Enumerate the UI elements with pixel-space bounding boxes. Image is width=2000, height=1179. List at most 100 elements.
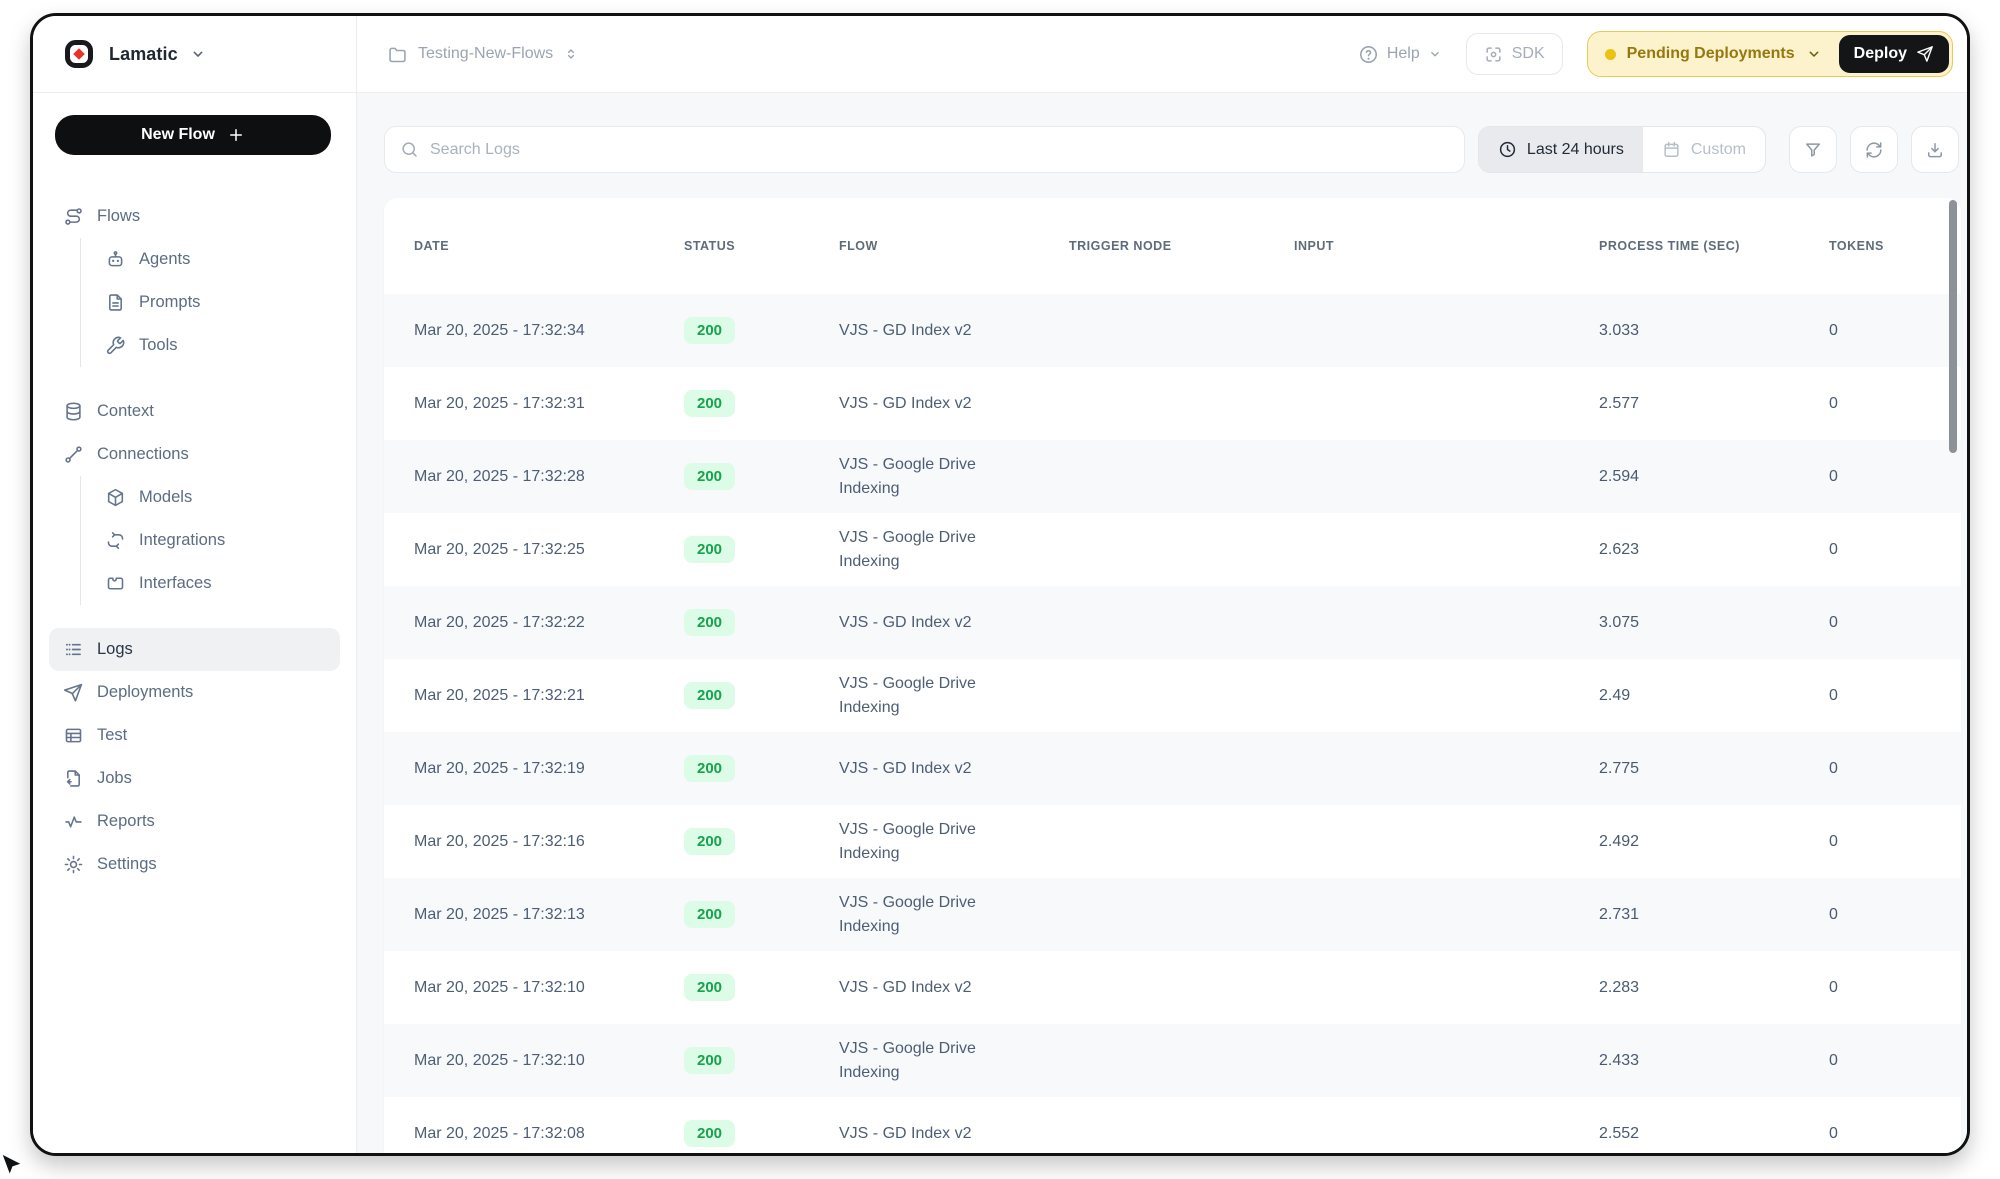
calendar-icon bbox=[1662, 140, 1681, 159]
table-row[interactable]: Mar 20, 2025 - 17:32:25 200 VJS - Google… bbox=[384, 513, 1961, 586]
range-last-24-hours[interactable]: Last 24 hours bbox=[1479, 127, 1643, 172]
time-range-segmented: Last 24 hours Custom bbox=[1478, 126, 1766, 173]
log-date: Mar 20, 2025 - 17:32:31 bbox=[414, 395, 684, 413]
unfold-icon bbox=[563, 46, 579, 62]
logs-toolbar: Last 24 hours Custom bbox=[384, 126, 1961, 173]
sdk-button[interactable]: SDK bbox=[1466, 33, 1563, 75]
status-badge: 200 bbox=[684, 974, 735, 1001]
database-icon bbox=[63, 401, 84, 422]
help-menu[interactable]: Help bbox=[1358, 44, 1442, 65]
log-status: 200 bbox=[684, 536, 839, 563]
brand-name: Lamatic bbox=[109, 44, 178, 65]
sidebar-item-label: Deployments bbox=[97, 683, 193, 702]
log-process-time: 2.49 bbox=[1599, 687, 1829, 705]
sidebar-item-deployments[interactable]: Deployments bbox=[49, 671, 340, 714]
sidebar-item-settings[interactable]: Settings bbox=[49, 843, 340, 886]
sidebar-item-jobs[interactable]: Jobs bbox=[49, 757, 340, 800]
table-row[interactable]: Mar 20, 2025 - 17:32:13 200 VJS - Google… bbox=[384, 878, 1961, 951]
range-custom[interactable]: Custom bbox=[1643, 127, 1765, 172]
col-process-time: Process Time (sec) bbox=[1599, 239, 1829, 253]
chevron-down-icon bbox=[1428, 47, 1442, 61]
log-tokens: 0 bbox=[1829, 395, 1931, 413]
gear-icon bbox=[63, 854, 84, 875]
log-process-time: 2.731 bbox=[1599, 906, 1829, 924]
project-switcher[interactable]: Testing-New-Flows bbox=[387, 44, 579, 65]
nodes-link-icon bbox=[63, 444, 84, 465]
sidebar: New Flow Flows Agen bbox=[33, 93, 357, 1153]
sidebar-item-prompts[interactable]: Prompts bbox=[81, 281, 340, 324]
log-process-time: 2.775 bbox=[1599, 760, 1829, 778]
file-refresh-icon bbox=[63, 768, 84, 789]
sdk-label: SDK bbox=[1512, 45, 1545, 63]
search-box[interactable] bbox=[384, 126, 1465, 173]
log-flow: VJS - Google Drive Indexing bbox=[839, 672, 1069, 718]
status-badge: 200 bbox=[684, 609, 735, 636]
log-process-time: 2.594 bbox=[1599, 468, 1829, 486]
log-tokens: 0 bbox=[1829, 322, 1931, 340]
sidebar-item-label: Settings bbox=[97, 855, 157, 874]
download-button[interactable] bbox=[1911, 126, 1959, 173]
log-flow: VJS - Google Drive Indexing bbox=[839, 526, 1069, 572]
log-date: Mar 20, 2025 - 17:32:25 bbox=[414, 541, 684, 559]
sidebar-item-reports[interactable]: Reports bbox=[49, 800, 340, 843]
log-tokens: 0 bbox=[1829, 906, 1931, 924]
table-row[interactable]: Mar 20, 2025 - 17:32:22 200 VJS - GD Ind… bbox=[384, 586, 1961, 659]
pending-dot-icon bbox=[1605, 49, 1616, 60]
sidebar-item-agents[interactable]: Agents bbox=[81, 238, 340, 281]
file-text-icon bbox=[105, 292, 126, 313]
chevron-down-icon bbox=[190, 46, 206, 62]
range-label: Custom bbox=[1691, 141, 1746, 159]
col-input: Input bbox=[1294, 239, 1599, 253]
wrench-icon bbox=[105, 335, 126, 356]
log-status: 200 bbox=[684, 682, 839, 709]
table-row[interactable]: Mar 20, 2025 - 17:32:34 200 VJS - GD Ind… bbox=[384, 294, 1961, 367]
sidebar-item-label: Flows bbox=[97, 207, 140, 226]
log-status: 200 bbox=[684, 828, 839, 855]
log-flow: VJS - GD Index v2 bbox=[839, 611, 1069, 634]
project-name: Testing-New-Flows bbox=[418, 45, 553, 63]
filter-button[interactable] bbox=[1789, 126, 1837, 173]
log-status: 200 bbox=[684, 317, 839, 344]
topbar: Lamatic Testing-New-Flows Help bbox=[33, 16, 1967, 93]
sidebar-item-interfaces[interactable]: Interfaces bbox=[81, 562, 340, 605]
search-input[interactable] bbox=[430, 141, 1449, 159]
table-row[interactable]: Mar 20, 2025 - 17:32:19 200 VJS - GD Ind… bbox=[384, 732, 1961, 805]
sidebar-item-logs[interactable]: Logs bbox=[49, 628, 340, 671]
log-process-time: 2.552 bbox=[1599, 1125, 1829, 1143]
workspace-switcher[interactable]: Lamatic bbox=[33, 16, 357, 92]
status-badge: 200 bbox=[684, 682, 735, 709]
pending-deployments-pill[interactable]: Pending Deployments Deploy bbox=[1587, 31, 1953, 77]
sidebar-item-flows[interactable]: Flows bbox=[49, 195, 340, 238]
sidebar-item-label: Context bbox=[97, 402, 154, 421]
vertical-scrollbar-thumb[interactable] bbox=[1949, 200, 1957, 453]
status-badge: 200 bbox=[684, 390, 735, 417]
table-row[interactable]: Mar 20, 2025 - 17:32:28 200 VJS - Google… bbox=[384, 440, 1961, 513]
log-date: Mar 20, 2025 - 17:32:19 bbox=[414, 760, 684, 778]
help-circle-icon bbox=[1358, 44, 1379, 65]
sidebar-item-integrations[interactable]: Integrations bbox=[81, 519, 340, 562]
deploy-button[interactable]: Deploy bbox=[1839, 35, 1949, 73]
table-row[interactable]: Mar 20, 2025 - 17:32:10 200 VJS - GD Ind… bbox=[384, 951, 1961, 1024]
table-row[interactable]: Mar 20, 2025 - 17:32:10 200 VJS - Google… bbox=[384, 1024, 1961, 1097]
sidebar-item-connections[interactable]: Connections bbox=[49, 433, 340, 476]
sidebar-item-tools[interactable]: Tools bbox=[81, 324, 340, 367]
log-date: Mar 20, 2025 - 17:32:10 bbox=[414, 979, 684, 997]
table-row[interactable]: Mar 20, 2025 - 17:32:16 200 VJS - Google… bbox=[384, 805, 1961, 878]
sidebar-item-models[interactable]: Models bbox=[81, 476, 340, 519]
log-tokens: 0 bbox=[1829, 1125, 1931, 1143]
refresh-button[interactable] bbox=[1850, 126, 1898, 173]
sidebar-item-test[interactable]: Test bbox=[49, 714, 340, 757]
log-flow: VJS - GD Index v2 bbox=[839, 319, 1069, 342]
log-date: Mar 20, 2025 - 17:32:21 bbox=[414, 687, 684, 705]
sidebar-item-context[interactable]: Context bbox=[49, 390, 340, 433]
sidebar-item-label: Tools bbox=[139, 336, 178, 355]
sidebar-item-label: Test bbox=[97, 726, 127, 745]
log-flow: VJS - Google Drive Indexing bbox=[839, 891, 1069, 937]
table-row[interactable]: Mar 20, 2025 - 17:32:21 200 VJS - Google… bbox=[384, 659, 1961, 732]
table-row[interactable]: Mar 20, 2025 - 17:32:08 200 VJS - GD Ind… bbox=[384, 1097, 1961, 1153]
new-flow-button[interactable]: New Flow bbox=[55, 115, 331, 155]
sidebar-item-label: Logs bbox=[97, 640, 133, 659]
connections-subnav: Models Integrations Interfaces bbox=[80, 476, 340, 605]
sidebar-item-label: Connections bbox=[97, 445, 189, 464]
table-row[interactable]: Mar 20, 2025 - 17:32:31 200 VJS - GD Ind… bbox=[384, 367, 1961, 440]
